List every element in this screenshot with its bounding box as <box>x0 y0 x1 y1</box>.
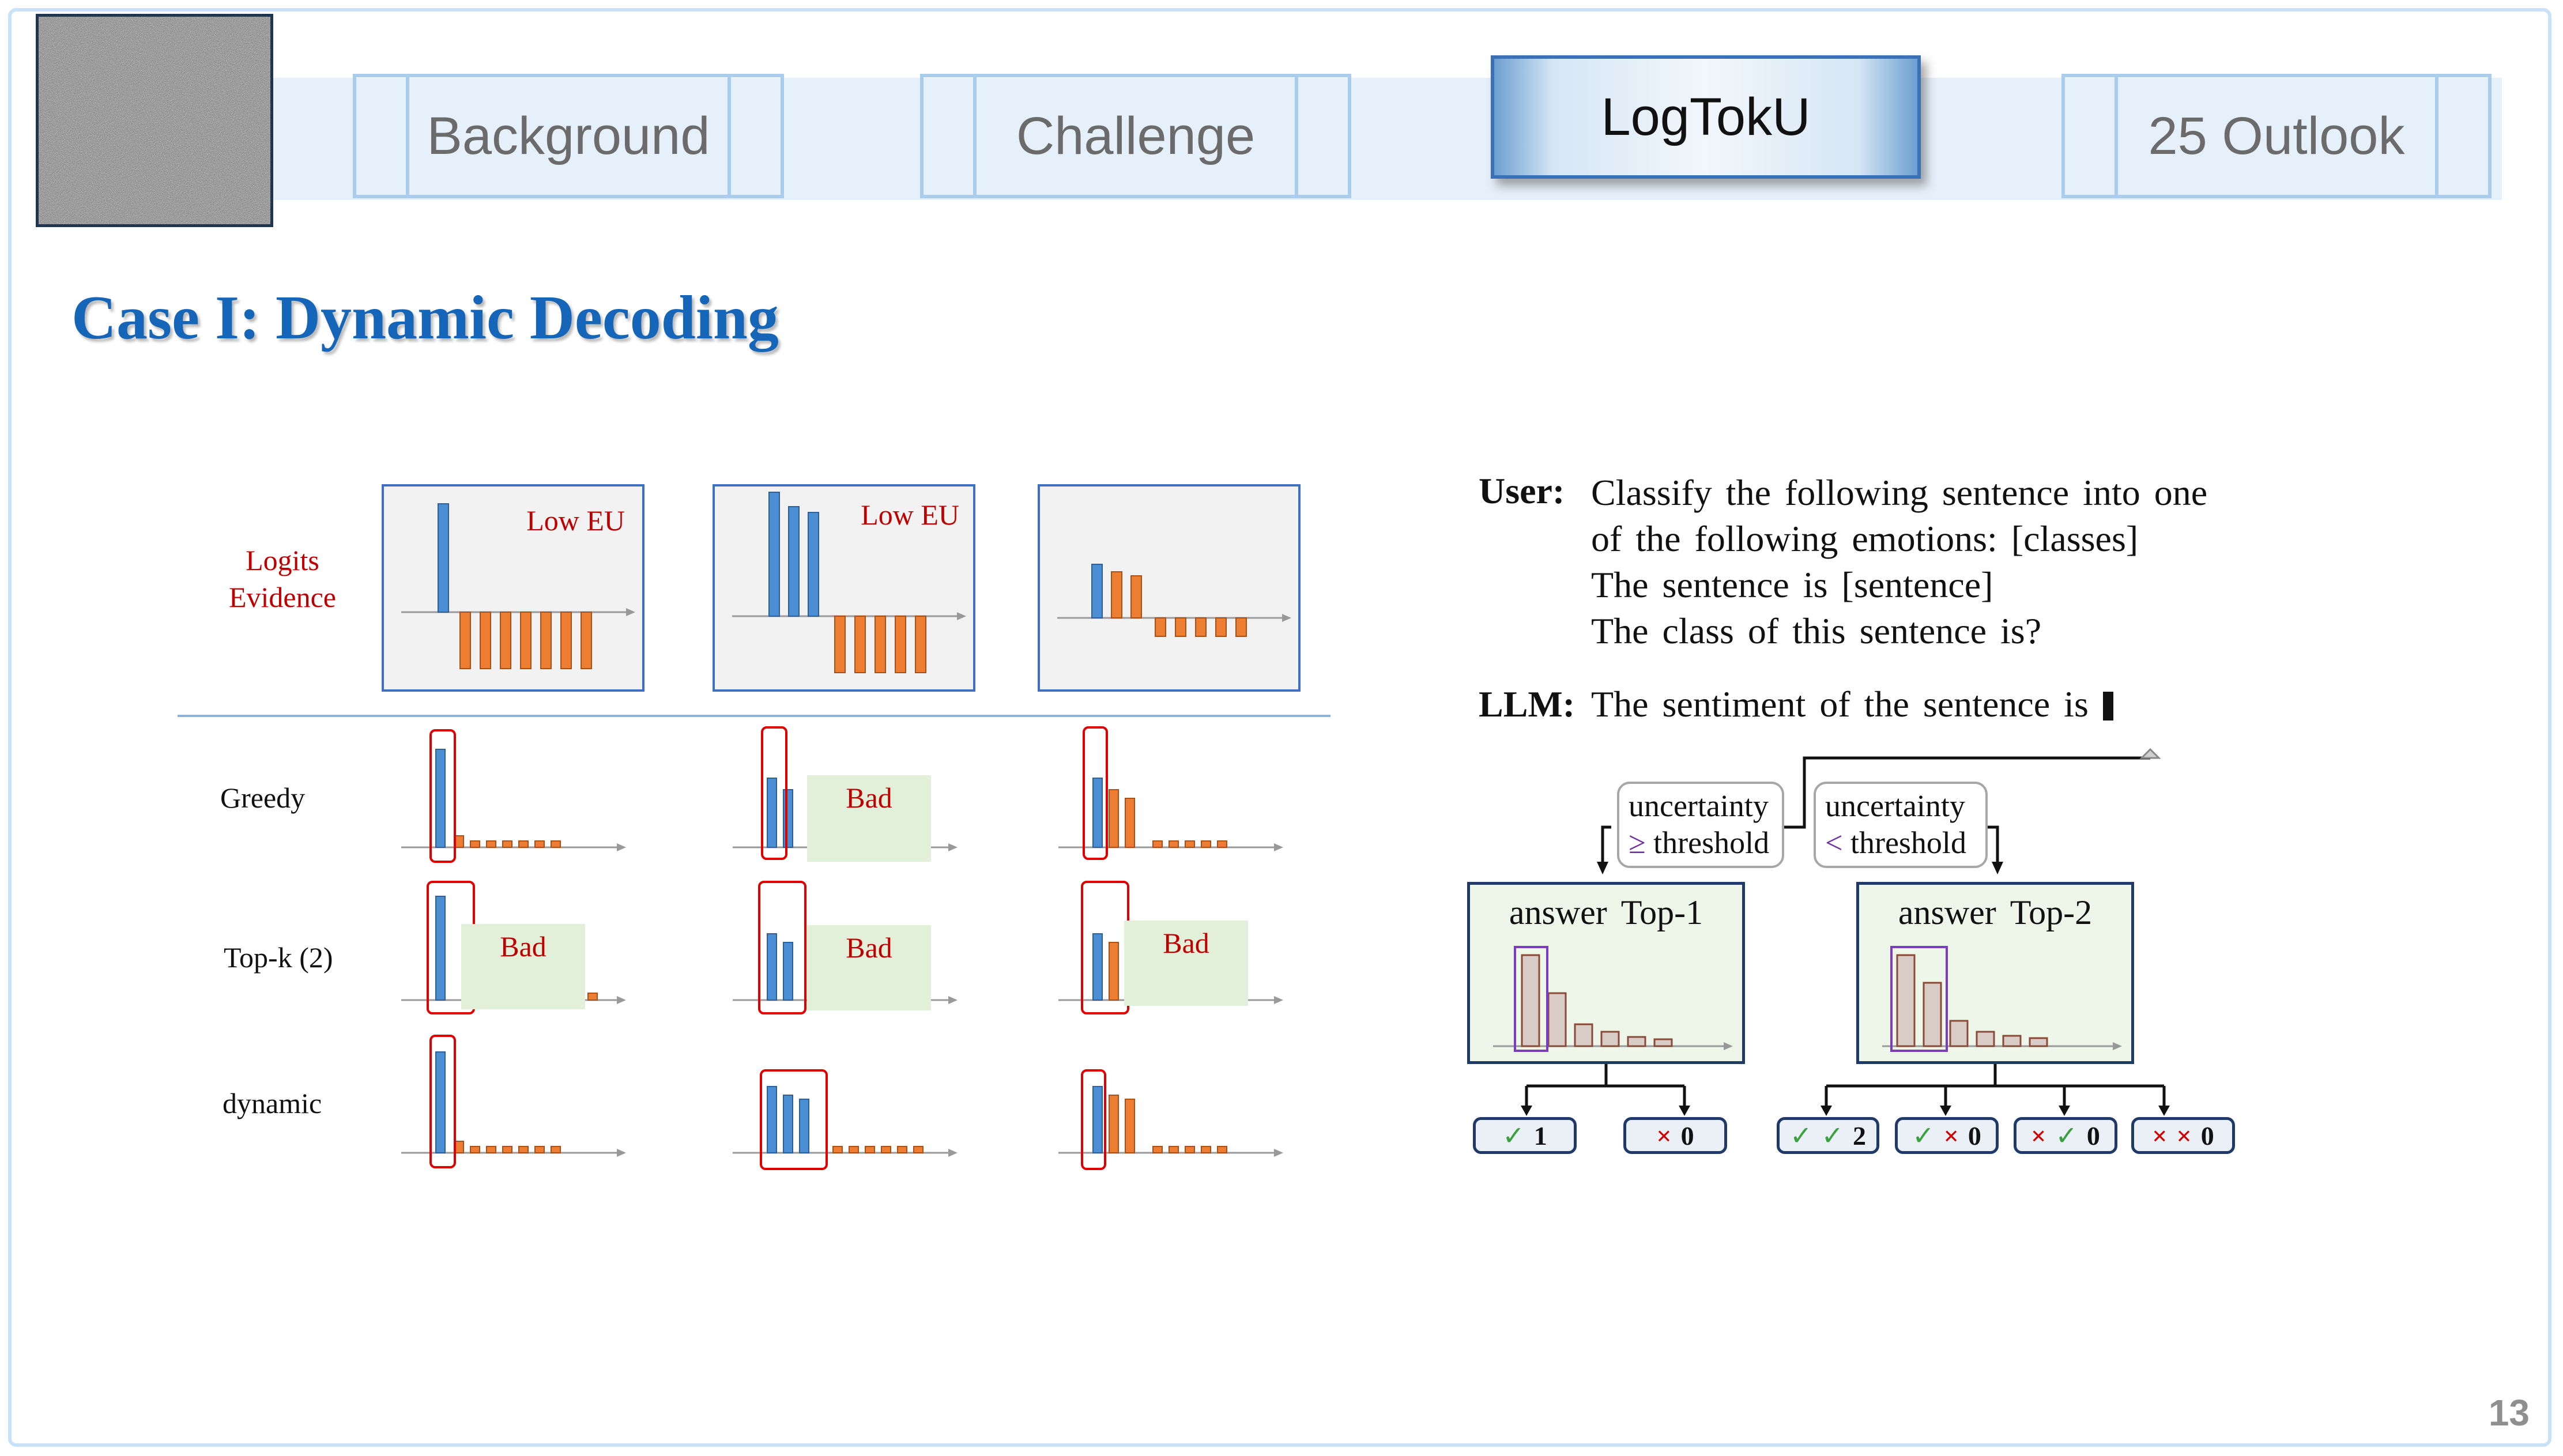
answer-top1-chart <box>1493 946 1733 1052</box>
cross-icon: × <box>1943 1121 1959 1151</box>
tab-challenge-label: Challenge <box>1016 106 1256 165</box>
logits-chart-3 <box>1057 564 1291 637</box>
selection-box <box>429 729 456 863</box>
condition-low-line1: uncertainty <box>1825 789 1965 823</box>
condition-pill-low: uncertainty < threshold <box>1814 782 1988 868</box>
lt-symbol: < <box>1825 825 1843 860</box>
cursor-icon <box>2103 692 2113 721</box>
selection-box <box>1081 1069 1106 1170</box>
tab-logtoku[interactable]: LogTokU <box>1491 55 1921 179</box>
result-top2-both-correct: ✓ ✓ 2 <box>1777 1117 1879 1154</box>
result-count: 0 <box>2200 1121 2214 1151</box>
logits-panel-2: Low EU <box>713 484 975 692</box>
condition-low-line2: threshold <box>1850 825 1966 860</box>
selection-box <box>761 726 787 860</box>
result-count: 0 <box>1680 1121 1694 1151</box>
result-count: 1 <box>1533 1121 1547 1151</box>
check-icon: ✓ <box>1912 1121 1935 1151</box>
logits-chart-2 <box>732 492 966 673</box>
bad-label: Bad <box>461 924 585 1009</box>
check-icon: ✓ <box>1502 1121 1525 1151</box>
bad-label: Bad <box>1124 921 1248 1006</box>
row-label-dynamic: dynamic <box>223 1087 322 1119</box>
cross-icon: × <box>2031 1121 2046 1151</box>
tab-outlook[interactable]: 25 Outlook <box>2061 74 2492 198</box>
cross-icon: × <box>1656 1121 1672 1151</box>
bad-label: Bad <box>807 925 931 1010</box>
selection-box <box>758 881 806 1014</box>
result-count: 0 <box>1968 1121 1981 1151</box>
cross-icon: × <box>2152 1121 2168 1151</box>
condition-pill-high: uncertainty ≥ threshold <box>1617 782 1784 868</box>
user-label: User: <box>1479 470 1565 511</box>
geq-symbol: ≥ <box>1629 825 1646 860</box>
check-icon: ✓ <box>2055 1121 2078 1151</box>
logits-evidence-label: Logits Evidence <box>228 544 336 613</box>
user-line-3: The sentence is [sentence] <box>1591 564 1993 605</box>
answer-top1-box: answer Top-1 <box>1467 882 1745 1064</box>
row-label-greedy: Greedy <box>220 782 306 814</box>
tab-outlook-label: 25 Outlook <box>2148 106 2405 165</box>
selection-box <box>1081 881 1129 1014</box>
answer-top2-box: answer Top-2 <box>1856 882 2134 1064</box>
tab-background-label: Background <box>427 106 710 165</box>
tab-logtoku-label: LogTokU <box>1601 87 1811 146</box>
result-connectors <box>1521 1064 2170 1116</box>
row-label-topk: Top-k (2) <box>224 941 333 974</box>
noise-texture <box>39 17 270 224</box>
user-line-4: The class of this sentence is? <box>1591 610 2042 651</box>
user-line-2: of the following emotions: [classes] <box>1591 518 2139 559</box>
result-top1-correct: ✓ 1 <box>1473 1117 1577 1154</box>
user-line-1: Classify the following sentence into one <box>1591 472 2208 513</box>
cross-icon: × <box>2176 1121 2192 1151</box>
logits-chart-1 <box>401 503 635 669</box>
check-icon: ✓ <box>1821 1121 1844 1151</box>
result-top2-second-correct: × ✓ 0 <box>2014 1117 2117 1154</box>
condition-high-line1: uncertainty <box>1629 789 1769 823</box>
check-icon: ✓ <box>1789 1121 1812 1151</box>
result-count: 0 <box>2086 1121 2100 1151</box>
result-top2-first-correct: ✓ × 0 <box>1895 1117 1999 1154</box>
logits-panel-3 <box>1038 484 1301 692</box>
tab-challenge[interactable]: Challenge <box>920 74 1351 198</box>
condition-high-line2: threshold <box>1653 825 1770 860</box>
result-count: 2 <box>1853 1121 1867 1151</box>
selection-box <box>429 1035 456 1168</box>
slide-title: Case I: Dynamic Decoding <box>71 284 779 352</box>
noise-thumbnail-image <box>36 14 273 227</box>
slide-frame <box>8 8 2551 1447</box>
selection-box <box>1083 726 1108 860</box>
page-number: 13 <box>2488 1392 2530 1434</box>
llm-label: LLM: <box>1479 684 1576 725</box>
result-top1-wrong: × 0 <box>1623 1117 1727 1154</box>
result-top2-both-wrong: × × 0 <box>2131 1117 2235 1154</box>
bad-label: Bad <box>807 775 931 862</box>
llm-text: The sentiment of the sentence is <box>1591 684 2089 725</box>
selection-box <box>760 1069 828 1170</box>
logits-panel-1: Low EU <box>382 484 644 692</box>
divider-line <box>178 715 1331 717</box>
tab-background[interactable]: Background <box>353 74 784 198</box>
answer-top2-chart <box>1882 946 2122 1052</box>
